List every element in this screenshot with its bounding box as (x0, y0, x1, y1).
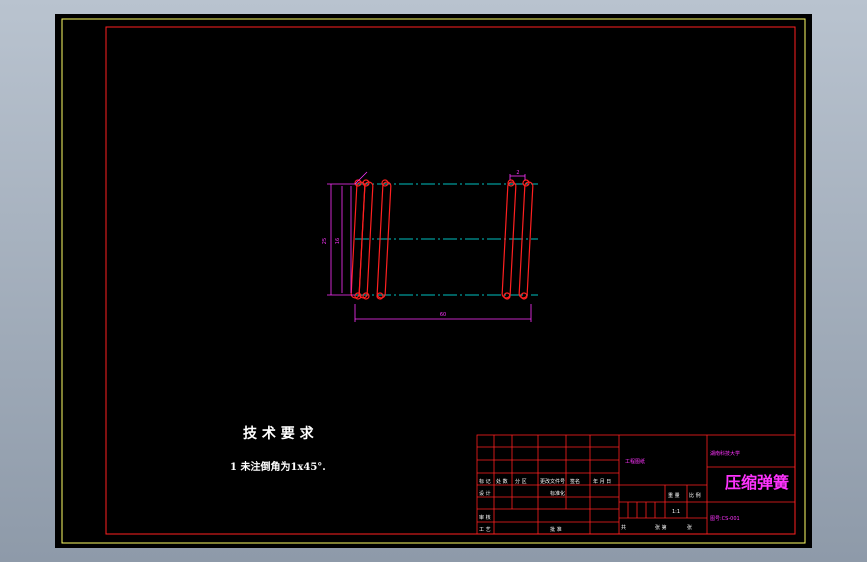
sheet-outer-border (61, 18, 806, 544)
tb-sheet-no: 张 第 (655, 524, 667, 531)
tb-sheet-unit: 张 (687, 524, 692, 531)
tb-part-name: 压缩弹簧 (725, 473, 789, 492)
spring-left-coils (350, 179, 392, 300)
tb-process-label: 工 艺 (479, 527, 491, 533)
cad-viewport[interactable]: 60 25 16 2 技 术 要 求 1 未注倒角为1x45°. 工程图纸 湖南… (55, 14, 812, 548)
dim-pitch: 2 (516, 170, 519, 176)
tb-designer-label: 设 计 (479, 490, 491, 497)
cad-drawing: 60 25 16 2 技 术 要 求 1 未注倒角为1x45°. 工程图纸 湖南… (61, 18, 806, 544)
tb-weight-label: 重 量 (668, 492, 680, 499)
dim-inner: 16 (335, 238, 341, 244)
tb-project: 工程图纸 (625, 458, 645, 465)
tb-row-header-5: 年 月 日 (593, 478, 611, 485)
sheet-inner-frame (105, 26, 796, 535)
tb-row-header-2: 分 区 (515, 478, 527, 485)
tech-req-title: 技 术 要 求 (243, 425, 315, 442)
tb-row-header-1: 处 数 (496, 478, 508, 485)
tb-scale-label: 比 例 (689, 492, 701, 499)
tb-row-header-0: 标 记 (479, 478, 491, 485)
tb-row-header-3: 更改文件号 (540, 478, 565, 485)
tb-school: 湖南科技大学 (710, 450, 740, 457)
tech-req-item: 1 未注倒角为1x45°. (230, 460, 326, 473)
tb-std-label: 标准化 (550, 490, 565, 497)
dim-height: 25 (322, 238, 328, 244)
spring-right-coils (501, 179, 534, 300)
tb-row-header-4: 签名 (570, 478, 580, 485)
tb-sheet-total: 共 (621, 524, 626, 531)
tb-drawing-no: 图号:CS-001 (710, 516, 740, 522)
tb-scale: 1:1 (672, 509, 680, 515)
tb-approve-label: 批 准 (550, 526, 562, 533)
tb-check-label: 审 核 (479, 514, 491, 521)
dim-length: 60 (440, 312, 446, 318)
